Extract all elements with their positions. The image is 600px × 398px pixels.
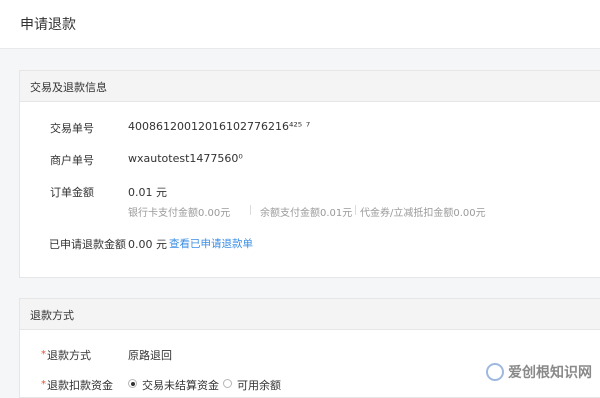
refund-method-label: 退款方式 <box>47 349 91 362</box>
refunded-amount-value: 0.00 元 <box>128 238 167 251</box>
trade-info-panel-title: 交易及退款信息 <box>30 81 107 94</box>
fund-option-balance-label[interactable]: 可用余额 <box>237 377 281 393</box>
order-amount-label: 订单金额 <box>50 186 94 199</box>
breakdown-separator <box>355 205 356 215</box>
trade-info-panel: 交易及退款信息 交易单号 40086120012016102776216⁴²⁵ … <box>19 70 600 278</box>
page-title: 申请退款 <box>20 17 76 33</box>
refund-method-panel-title: 退款方式 <box>30 309 74 322</box>
watermark-logo-icon <box>486 363 504 381</box>
page-header: 申请退款 <box>0 0 600 49</box>
refund-method-panel-header: 退款方式 <box>20 299 600 330</box>
trade-no-label: 交易单号 <box>50 122 94 135</box>
fund-option-unsettled-radio[interactable] <box>128 379 137 388</box>
breakdown-separator <box>250 205 251 215</box>
trade-no-value: 40086120012016102776216⁴²⁵ ⁷ <box>128 120 311 133</box>
trade-info-panel-header: 交易及退款信息 <box>20 71 600 102</box>
watermark-text: 爱创根知识网 <box>508 365 592 381</box>
refunded-amount-label: 已申请退款金额 <box>49 238 126 251</box>
required-marker: * <box>41 379 46 390</box>
order-amount-value: 0.01 元 <box>128 186 167 199</box>
merchant-no-value: wxautotest1477560⁰ <box>128 152 243 165</box>
refund-method-value: 原路退回 <box>128 349 172 362</box>
coupon-amount: 代金券/立减抵扣金额0.00元 <box>360 208 486 219</box>
view-refund-orders-link[interactable]: 查看已申请退款单 <box>169 236 253 251</box>
watermark: 爱创根知识网 <box>486 362 592 382</box>
required-marker: * <box>41 349 46 360</box>
refund-method-panel: 退款方式 * 退款方式 原路退回 * 退款扣款资金 交易未结算资金 可用余额 <box>19 298 600 398</box>
fund-option-balance-radio[interactable] <box>223 379 232 388</box>
bank-card-amount: 银行卡支付金额0.00元 <box>128 208 231 219</box>
balance-amount: 余额支付金额0.01元 <box>260 208 353 219</box>
fund-option-unsettled-label[interactable]: 交易未结算资金 <box>142 377 219 393</box>
merchant-no-label: 商户单号 <box>50 154 94 167</box>
refund-fund-label: 退款扣款资金 <box>47 379 113 392</box>
